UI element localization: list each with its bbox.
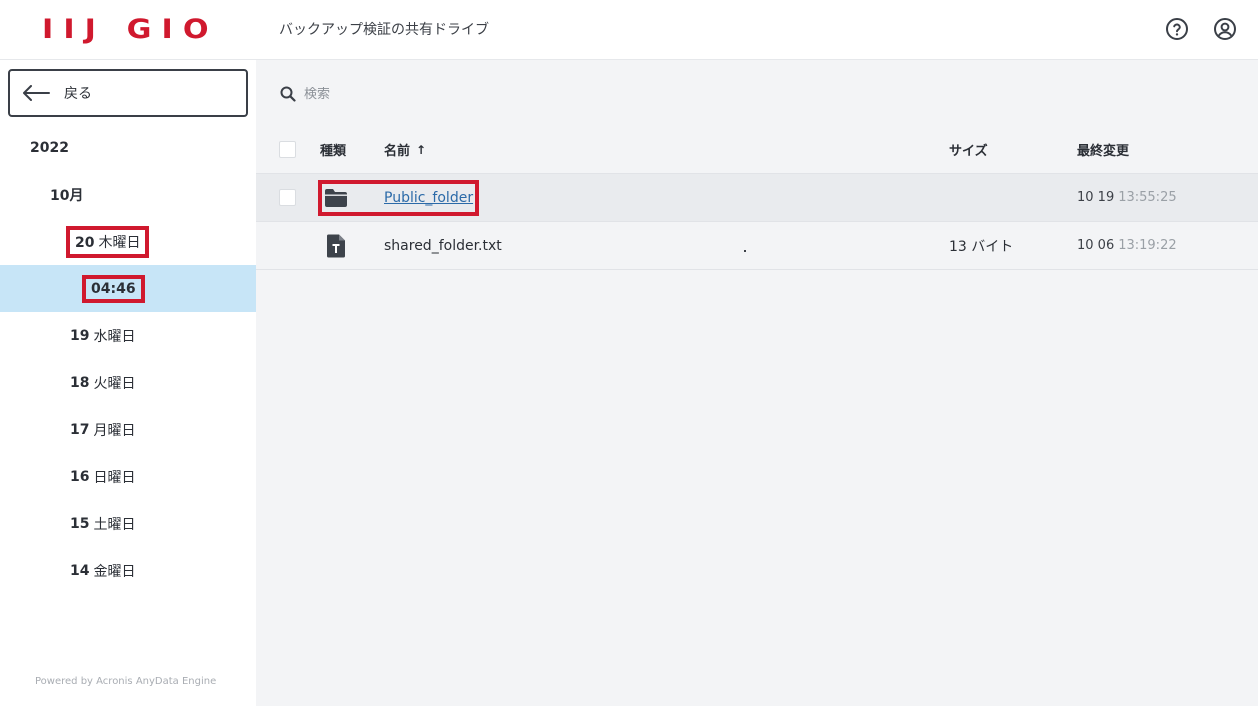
- tree-year[interactable]: 2022: [0, 124, 256, 171]
- search-input[interactable]: [304, 86, 604, 102]
- file-browser: 種類 名前 ↑ サイズ 最終変更 Public_folder 10 1913:5…: [256, 60, 1258, 706]
- tree-month[interactable]: 10月: [0, 171, 256, 218]
- column-header-type[interactable]: 種類: [320, 140, 346, 159]
- modified-time: 13:19:22: [1118, 238, 1177, 253]
- day-number: 20: [75, 234, 95, 251]
- row-checkbox[interactable]: [279, 189, 296, 206]
- page-title: バックアップ検証の共有ドライブ: [279, 22, 489, 38]
- tree-day-14[interactable]: 14 金曜日: [0, 547, 256, 594]
- arrow-left-icon: [23, 85, 50, 101]
- user-account-icon[interactable]: [1213, 17, 1237, 41]
- stray-dot: [744, 250, 746, 252]
- file-modified: 10 06 13:19:22: [1077, 238, 1177, 253]
- day-label: 土曜日: [93, 516, 136, 533]
- column-header-name-label: 名前: [384, 144, 411, 159]
- table-row[interactable]: Public_folder 10 19 13:55:25: [256, 174, 1258, 222]
- day-number: 17: [70, 421, 90, 438]
- tree-day-17[interactable]: 17 月曜日: [0, 406, 256, 453]
- tree-time-selected[interactable]: 04:46: [0, 265, 256, 312]
- file-name-link[interactable]: Public_folder: [384, 190, 473, 206]
- day-number: 19: [70, 327, 90, 344]
- logo-text: IIJ GIO: [42, 13, 219, 45]
- tree-day-18[interactable]: 18 火曜日: [0, 359, 256, 406]
- select-all-checkbox[interactable]: [279, 141, 296, 158]
- back-label: 戻る: [64, 86, 92, 102]
- table-row[interactable]: shared_folder.txt 13 バイト 10 06 13:19:22: [256, 222, 1258, 270]
- back-button[interactable]: 戻る: [8, 69, 248, 117]
- search-icon: [280, 86, 296, 102]
- column-header-name[interactable]: 名前 ↑: [384, 140, 427, 160]
- file-size: 13 バイト: [949, 238, 1014, 255]
- day-label: 月曜日: [93, 422, 136, 439]
- powered-by-text: Powered by Acronis AnyData Engine: [35, 676, 217, 687]
- day-number: 18: [70, 374, 90, 391]
- day-label: 火曜日: [93, 375, 136, 392]
- column-header-modified[interactable]: 最終変更: [1077, 140, 1129, 159]
- help-icon[interactable]: [1165, 17, 1189, 41]
- modified-time: 13:55:25: [1118, 190, 1177, 205]
- day-label: 木曜日: [98, 234, 141, 251]
- text-file-icon: [324, 234, 348, 258]
- highlight-box: 20 木曜日: [65, 225, 150, 258]
- sidebar: 戻る 2022 10月 20 木曜日 04:46 19 水曜日 18 火曜日 17 月曜…: [0, 60, 256, 706]
- tree-day-16[interactable]: 16 日曜日: [0, 453, 256, 500]
- day-number: 15: [70, 515, 90, 532]
- search-bar[interactable]: [280, 82, 604, 106]
- day-label: 日曜日: [93, 469, 136, 486]
- sort-ascending-icon: ↑: [416, 142, 427, 157]
- file-name[interactable]: shared_folder.txt: [384, 238, 502, 254]
- selected-time-label: 04:46: [82, 274, 145, 303]
- file-modified: 10 19 13:55:25: [1077, 190, 1177, 205]
- tree-day-20[interactable]: 20 木曜日: [0, 218, 256, 265]
- day-label: 水曜日: [93, 328, 136, 345]
- header: IIJ GIO バックアップ検証の共有ドライブ: [0, 0, 1258, 60]
- folder-icon: [324, 186, 348, 210]
- column-header-size[interactable]: サイズ: [949, 140, 988, 159]
- table-header: 種類 名前 ↑ サイズ 最終変更: [256, 126, 1258, 174]
- logo[interactable]: IIJ GIO: [42, 14, 209, 45]
- day-number: 14: [70, 562, 90, 579]
- year-label: 2022: [30, 139, 69, 156]
- tree-day-19[interactable]: 19 水曜日: [0, 312, 256, 359]
- day-number: 16: [70, 468, 90, 485]
- tree-day-15[interactable]: 15 土曜日: [0, 500, 256, 547]
- month-label: 10月: [50, 187, 84, 204]
- modified-date: 10 06: [1077, 238, 1115, 253]
- day-label: 金曜日: [93, 563, 136, 580]
- modified-date: 10 19: [1077, 190, 1115, 205]
